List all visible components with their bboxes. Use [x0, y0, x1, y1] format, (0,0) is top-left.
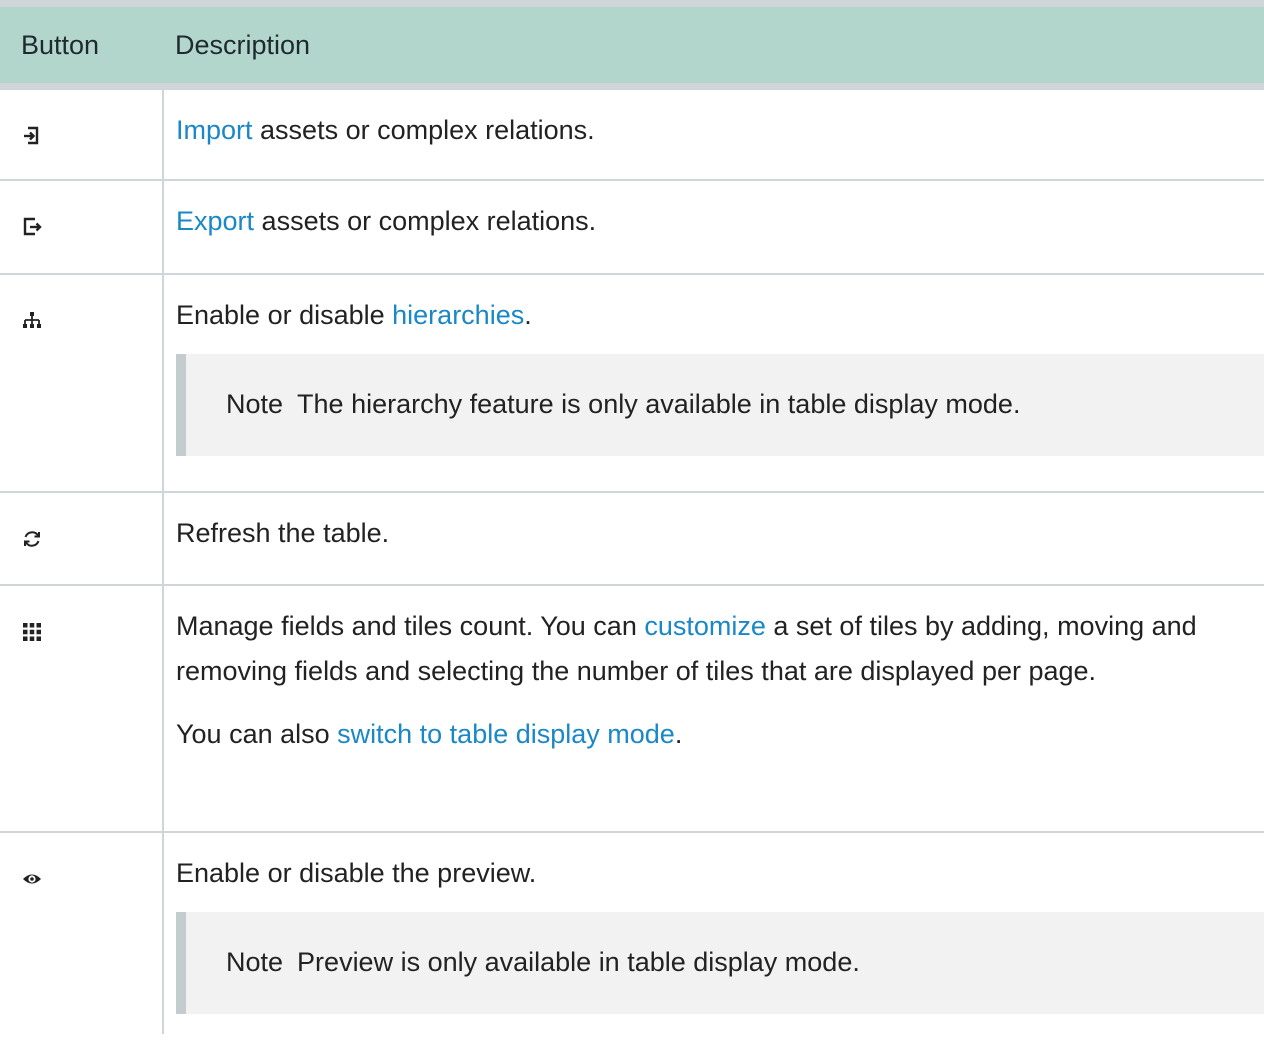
button-cell	[0, 86, 164, 181]
description-text-secondary: You can also switch to table display mod…	[176, 718, 683, 749]
customize-link[interactable]: customize	[644, 611, 766, 641]
table-header-row: Button Description	[0, 0, 1264, 90]
hierarchy-icon	[21, 310, 43, 332]
table-row-import: Import assets or complex relations.	[0, 86, 1264, 181]
description-cell: Refresh the table.	[163, 491, 1264, 586]
description-text: Refresh the table.	[176, 517, 390, 548]
description-text: Enable or disable hierarchies.	[176, 299, 532, 330]
switch-to-table-link[interactable]: switch to table display mode	[337, 719, 675, 749]
column-header-description: Description	[163, 0, 1264, 90]
note-box: Note The hierarchy feature is only avail…	[176, 353, 1264, 456]
table-row-refresh: Refresh the table.	[0, 491, 1264, 586]
description-text: Manage fields and tiles count. You can c…	[176, 610, 1197, 686]
column-header-button: Button	[0, 0, 163, 90]
note-box: Note Preview is only available in table …	[176, 911, 1264, 1014]
description-cell: Import assets or complex relations.	[163, 86, 1264, 181]
eye-icon	[21, 868, 43, 890]
button-description-table: Button Description Import assets or comp…	[0, 0, 1264, 1034]
table-row-hierarchy: Enable or disable hierarchies. Note The …	[0, 273, 1264, 493]
table-row-export: Export assets or complex relations.	[0, 179, 1264, 275]
hierarchies-link[interactable]: hierarchies	[392, 300, 524, 330]
note-text: Preview is only available in table displ…	[297, 947, 860, 977]
description-cell: Manage fields and tiles count. You can c…	[163, 584, 1264, 833]
export-link[interactable]: Export	[176, 206, 254, 236]
table-row-preview: Enable or disable the preview. Note Prev…	[0, 831, 1264, 1034]
description-cell: Export assets or complex relations.	[163, 179, 1264, 275]
import-link[interactable]: Import	[176, 115, 253, 145]
description-cell: Enable or disable hierarchies. Note The …	[163, 273, 1264, 493]
description-text: Import assets or complex relations.	[176, 115, 595, 145]
import-icon	[21, 125, 43, 147]
description-text: Export assets or complex relations.	[176, 205, 597, 236]
description-text: Enable or disable the preview.	[176, 857, 537, 888]
table-row-manage-fields: Manage fields and tiles count. You can c…	[0, 584, 1264, 833]
note-label: Note	[226, 389, 284, 419]
button-cell	[0, 584, 164, 833]
button-cell	[0, 273, 164, 493]
description-cell: Enable or disable the preview. Note Prev…	[163, 832, 1264, 1034]
export-icon	[21, 216, 43, 238]
refresh-icon	[21, 528, 43, 550]
button-cell	[0, 179, 164, 275]
note-label: Note	[226, 947, 284, 977]
button-cell	[0, 491, 164, 586]
grid-icon	[21, 621, 43, 643]
button-cell	[0, 831, 164, 1034]
note-text: The hierarchy feature is only available …	[297, 389, 1021, 419]
